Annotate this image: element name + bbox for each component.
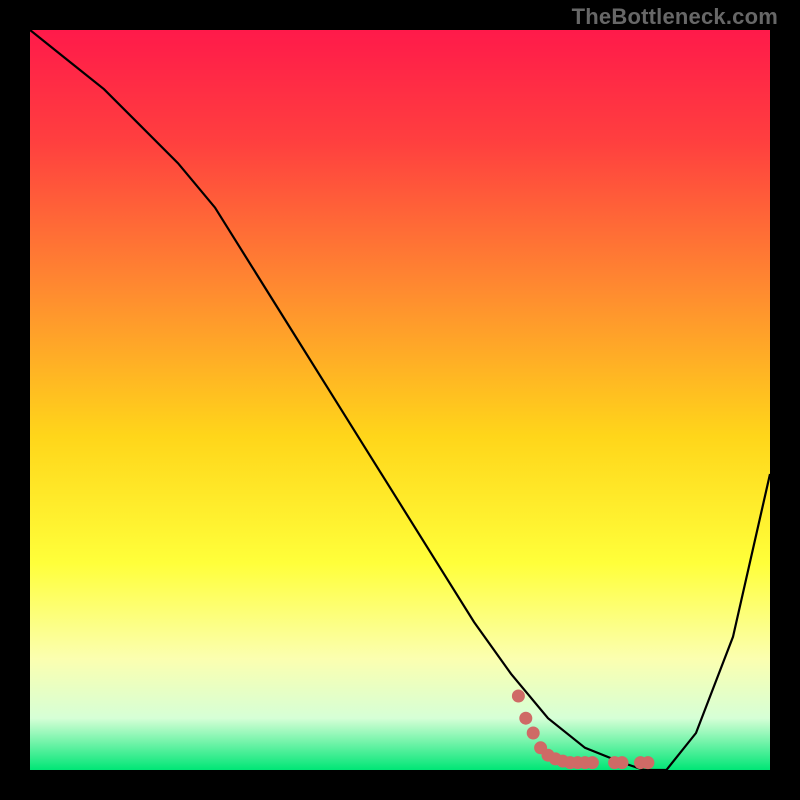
optimal-marker xyxy=(641,756,654,769)
gradient-rect xyxy=(30,30,770,770)
chart-plot-area xyxy=(30,30,770,770)
optimal-marker xyxy=(512,690,525,703)
optimal-marker xyxy=(527,727,540,740)
optimal-marker xyxy=(519,712,532,725)
optimal-marker xyxy=(616,756,629,769)
optimal-marker xyxy=(586,756,599,769)
watermark-text: TheBottleneck.com xyxy=(572,4,778,30)
chart-svg xyxy=(30,30,770,770)
